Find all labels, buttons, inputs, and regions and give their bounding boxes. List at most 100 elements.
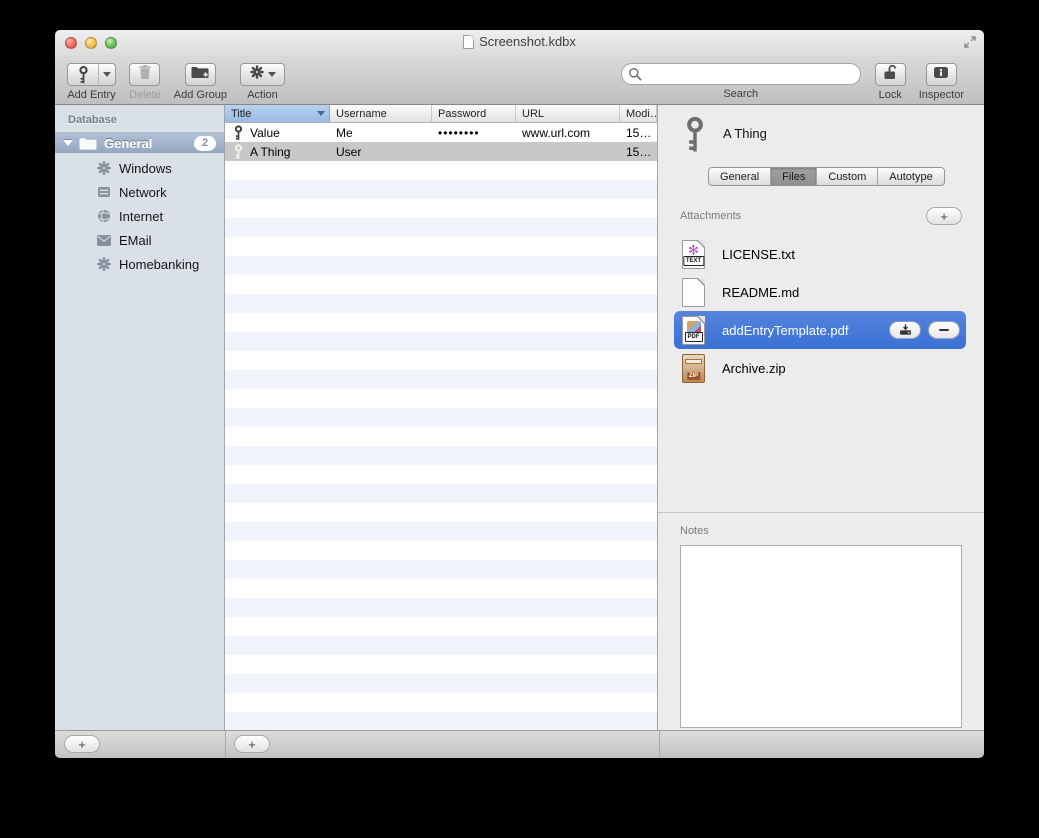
chevron-down-icon bbox=[268, 72, 276, 77]
attachment-row[interactable]: ✻TEXT LICENSE.txt bbox=[674, 235, 966, 273]
entry-count-badge: 2 bbox=[194, 136, 216, 151]
add-entry-button[interactable] bbox=[67, 63, 116, 86]
column-header-label: Title bbox=[231, 108, 251, 120]
sidebar-item-label: EMail bbox=[119, 233, 152, 248]
column-header[interactable]: Title bbox=[225, 105, 330, 122]
inspector-tab[interactable]: Autotype bbox=[878, 168, 943, 185]
add-attachment-button[interactable]: + bbox=[926, 207, 962, 225]
entry-table: Title Username Password URL bbox=[225, 105, 658, 730]
inspector-tab[interactable]: General bbox=[709, 168, 771, 185]
add-entry-toolbar-item: Add Entry bbox=[67, 63, 116, 101]
sidebar-item[interactable]: Windows bbox=[55, 156, 224, 180]
lock-button[interactable] bbox=[875, 63, 906, 86]
column-header-label: Username bbox=[336, 108, 387, 120]
column-header[interactable]: Username bbox=[330, 105, 432, 122]
delete-toolbar-item: Delete bbox=[129, 63, 161, 101]
txt-banner: TEXT bbox=[683, 256, 704, 266]
inspector-toolbar-item: Inspector bbox=[919, 63, 964, 101]
notes-section: Notes bbox=[658, 512, 984, 730]
gear-icon bbox=[250, 65, 264, 84]
window-title: Screenshot.kdbx bbox=[55, 34, 984, 49]
title-bar[interactable]: Screenshot.kdbx bbox=[55, 30, 984, 55]
file-icon bbox=[682, 278, 705, 307]
attachment-name: README.md bbox=[722, 285, 799, 300]
inspector-label: Inspector bbox=[919, 89, 964, 101]
add-entry-plus-button[interactable]: + bbox=[234, 735, 270, 753]
bottom-bar: + + bbox=[55, 730, 984, 758]
inspector-button[interactable] bbox=[926, 63, 957, 86]
column-header-label: Password bbox=[438, 108, 486, 120]
app-window: Screenshot.kdbx Add Entry Delete bbox=[55, 30, 984, 758]
search-input[interactable] bbox=[621, 63, 861, 85]
column-header[interactable]: URL bbox=[516, 105, 620, 122]
file-icon: ✻TEXT bbox=[682, 240, 705, 269]
folder-plus-icon bbox=[191, 65, 209, 84]
fullscreen-icon[interactable] bbox=[963, 35, 977, 54]
sidebar-item[interactable]: Internet bbox=[55, 204, 224, 228]
sidebar-item[interactable]: EMail bbox=[55, 228, 224, 252]
cell-modified: 15… bbox=[620, 126, 657, 140]
table-row[interactable]: Value Me •••••••• www.url.com 15… bbox=[225, 123, 657, 142]
add-group-plus-button[interactable]: + bbox=[64, 735, 100, 753]
entry-title: A Thing bbox=[723, 126, 767, 141]
attachments-list: ✻TEXT LICENSE.txt bbox=[674, 235, 966, 387]
table-header: Title Username Password URL bbox=[225, 105, 657, 123]
file-icon: PDF bbox=[682, 316, 705, 345]
search-icon bbox=[628, 67, 642, 86]
sidebar-group-general[interactable]: General 2 bbox=[55, 132, 224, 153]
column-header-label: URL bbox=[522, 108, 544, 120]
sidebar-item-label: Windows bbox=[119, 161, 172, 176]
add-group-label: Add Group bbox=[174, 89, 227, 101]
toolbar: Add Entry Delete Add Group bbox=[55, 55, 984, 105]
sidebar-item-icon bbox=[96, 233, 111, 248]
attachment-row[interactable]: README.md bbox=[674, 273, 966, 311]
column-header[interactable]: Password bbox=[432, 105, 516, 122]
pdf-banner: PDF bbox=[685, 332, 703, 342]
sort-arrow-icon bbox=[317, 111, 325, 116]
cell-title: A Thing bbox=[250, 145, 290, 159]
attachment-row[interactable]: Archive.zip bbox=[674, 349, 966, 387]
attachment-actions bbox=[889, 321, 960, 339]
zip-texture bbox=[685, 359, 702, 364]
sidebar-item-icon bbox=[96, 161, 111, 176]
notes-textarea[interactable] bbox=[680, 545, 962, 728]
attachments-header: Attachments + bbox=[680, 207, 962, 225]
attachment-row[interactable]: PDF addEntryTemplate.pdf bbox=[674, 311, 966, 349]
cell-modified: 15… bbox=[620, 145, 657, 159]
action-button[interactable] bbox=[240, 63, 285, 86]
lock-toolbar-item: Lock bbox=[875, 63, 906, 101]
column-header-label: Modi… bbox=[626, 108, 657, 120]
sidebar-item[interactable]: Network bbox=[55, 180, 224, 204]
key-icon bbox=[234, 144, 243, 160]
sidebar-item[interactable]: Homebanking bbox=[55, 252, 224, 276]
delete-button[interactable] bbox=[129, 63, 160, 86]
column-header[interactable]: Modi… bbox=[620, 105, 657, 122]
key-icon bbox=[684, 116, 706, 159]
cell-username: Me bbox=[330, 126, 432, 140]
add-entry-dropdown[interactable] bbox=[98, 64, 115, 85]
file-icon bbox=[682, 354, 705, 383]
notes-label: Notes bbox=[680, 525, 709, 537]
inspector-tab[interactable]: Files bbox=[771, 168, 817, 185]
remove-attachment-button[interactable] bbox=[928, 321, 960, 339]
search-label: Search bbox=[723, 88, 758, 100]
add-group-button[interactable] bbox=[185, 63, 216, 86]
info-icon bbox=[933, 66, 949, 84]
inspector-tab[interactable]: Custom bbox=[817, 168, 878, 185]
add-entry-label: Add Entry bbox=[67, 89, 115, 101]
sidebar-item-icon bbox=[96, 209, 111, 224]
disclosure-triangle-icon[interactable] bbox=[63, 140, 73, 146]
attachment-name: Archive.zip bbox=[722, 361, 786, 376]
cell-password: •••••••• bbox=[432, 126, 516, 140]
pane-divider bbox=[659, 731, 660, 758]
table-row[interactable]: A Thing User 15… bbox=[225, 142, 657, 161]
window-title-text: Screenshot.kdbx bbox=[479, 34, 576, 49]
sidebar-group-label: General bbox=[104, 136, 152, 151]
lock-label: Lock bbox=[879, 89, 902, 101]
save-attachment-button[interactable] bbox=[889, 321, 921, 339]
minus-icon bbox=[939, 329, 949, 331]
cell-title: Value bbox=[250, 126, 280, 140]
inspector-tabs: General Files Custom Autotype bbox=[708, 167, 945, 186]
table-body[interactable]: Value Me •••••••• www.url.com 15… bbox=[225, 123, 657, 730]
sidebar-item-icon bbox=[96, 257, 111, 272]
